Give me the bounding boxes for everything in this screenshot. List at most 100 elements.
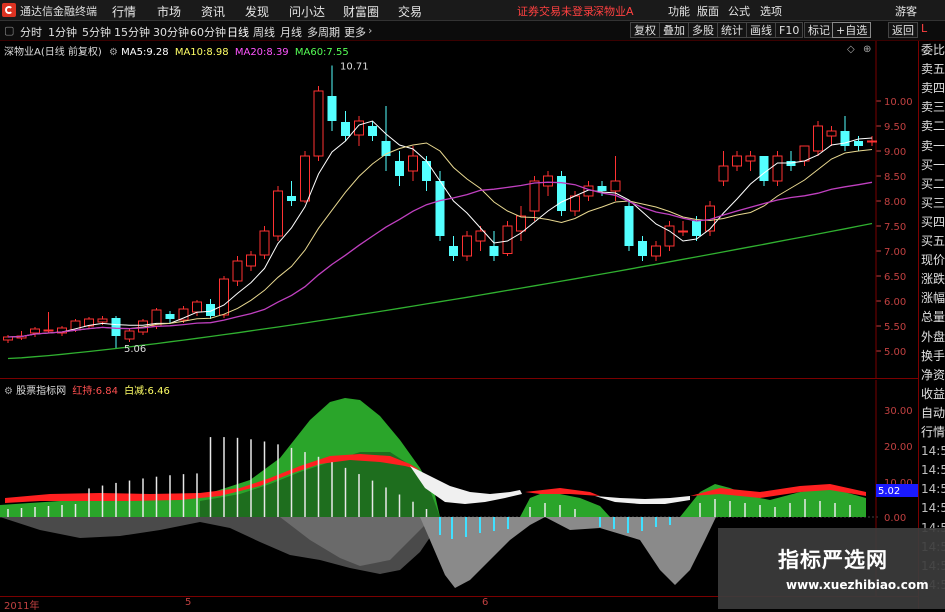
candle[interactable] xyxy=(570,195,580,212)
candle[interactable] xyxy=(867,140,877,143)
quote-panel-item: 收益 xyxy=(921,386,945,401)
price-axis-label: 10.00 xyxy=(884,97,913,108)
candle[interactable] xyxy=(692,221,701,236)
red-value: 6.84 xyxy=(95,386,118,397)
menu-item-trade[interactable]: 交易 xyxy=(398,3,422,20)
candle[interactable] xyxy=(395,161,404,176)
period-15min[interactable]: 15分钟 xyxy=(114,24,150,40)
overlay-button[interactable]: 叠加 xyxy=(659,22,689,38)
candle[interactable] xyxy=(422,161,431,181)
candle[interactable] xyxy=(435,181,445,236)
candle[interactable] xyxy=(273,190,283,237)
back-button[interactable]: 返回 xyxy=(888,22,918,38)
candle[interactable] xyxy=(557,176,566,211)
quote-panel-item: 卖一 xyxy=(921,138,945,153)
menu-item-wealth[interactable]: 财富圈 xyxy=(343,3,379,20)
candle[interactable] xyxy=(287,196,296,201)
candle[interactable] xyxy=(246,254,256,267)
quote-panel-item[interactable]: 行情 xyxy=(921,425,945,439)
candle[interactable] xyxy=(516,215,526,232)
candle[interactable] xyxy=(610,180,621,192)
candle[interactable] xyxy=(313,90,324,157)
period-intraday[interactable]: 分时 xyxy=(20,24,42,40)
current-value: 5.02 xyxy=(878,486,900,497)
indicator-gear-icon[interactable]: ⚙ xyxy=(4,386,13,397)
menu-formula[interactable]: 公式 xyxy=(728,3,750,19)
candle[interactable] xyxy=(111,318,121,336)
menu-item-quotes[interactable]: 行情 xyxy=(112,3,136,20)
candle[interactable] xyxy=(341,122,350,136)
candle[interactable] xyxy=(529,180,540,212)
period-60min[interactable]: 60分钟 xyxy=(190,24,226,40)
add-watchlist-button[interactable]: +自选 xyxy=(832,22,872,38)
mark-button[interactable]: 标记 xyxy=(804,22,834,38)
zoom-icon[interactable]: ⊕ xyxy=(863,44,871,55)
menu-item-discover[interactable]: 发现 xyxy=(245,3,269,20)
menu-item-market[interactable]: 市场 xyxy=(157,3,181,20)
indicator-axis-label: 0.00 xyxy=(884,513,906,524)
candle[interactable] xyxy=(799,145,810,162)
menu-layout[interactable]: 版面 xyxy=(697,3,719,19)
candle[interactable] xyxy=(651,245,661,257)
candle[interactable] xyxy=(624,206,634,246)
candle[interactable] xyxy=(232,260,243,282)
f10-button[interactable]: F10 xyxy=(775,22,804,38)
candle[interactable] xyxy=(192,301,202,313)
candle[interactable] xyxy=(826,130,837,137)
diamond-icon[interactable]: ◇ xyxy=(847,44,855,55)
price-chart[interactable]: 10.71 5.06 10.00 9.50 9.00 8.50 8.00 7.50 7.00… xyxy=(0,41,918,378)
candle[interactable] xyxy=(732,155,742,167)
candle[interactable] xyxy=(30,328,40,334)
candle[interactable] xyxy=(489,246,499,256)
adjust-button[interactable]: 复权 xyxy=(630,22,660,38)
candle[interactable] xyxy=(678,230,688,233)
candle[interactable] xyxy=(43,329,54,332)
candle[interactable] xyxy=(854,141,863,146)
candle[interactable] xyxy=(259,230,270,256)
candle[interactable] xyxy=(718,165,729,182)
candle[interactable] xyxy=(597,186,607,191)
candle[interactable] xyxy=(772,155,783,182)
candle[interactable] xyxy=(219,278,229,316)
candle[interactable] xyxy=(462,235,472,257)
quote-panel-item[interactable]: 自动 xyxy=(921,406,945,420)
period-weekly[interactable]: 周线 xyxy=(253,24,275,40)
menu-options[interactable]: 选项 xyxy=(760,3,782,19)
more-arrow-icon[interactable]: › xyxy=(368,24,372,37)
period-5min[interactable]: 5分钟 xyxy=(82,24,111,40)
candle[interactable] xyxy=(475,230,486,242)
date-label-year: 2011年 xyxy=(4,601,40,612)
candle[interactable] xyxy=(300,155,310,202)
candle[interactable] xyxy=(502,225,513,254)
candle[interactable] xyxy=(165,314,175,319)
menu-function[interactable]: 功能 xyxy=(668,3,690,19)
period-1min[interactable]: 1分钟 xyxy=(48,24,77,40)
candle[interactable] xyxy=(449,246,458,256)
period-30min[interactable]: 30分钟 xyxy=(153,24,189,40)
guest-user[interactable]: 游客 xyxy=(895,3,917,19)
candle[interactable] xyxy=(124,330,135,340)
candle[interactable] xyxy=(543,175,553,187)
period-monthly[interactable]: 月线 xyxy=(280,24,302,40)
candle[interactable] xyxy=(327,96,337,121)
candle[interactable] xyxy=(759,156,769,181)
candle[interactable] xyxy=(97,318,108,323)
draw-line-button[interactable]: 画线 xyxy=(746,22,776,38)
multi-stock-button[interactable]: 多股 xyxy=(688,22,718,38)
candle[interactable] xyxy=(813,125,823,152)
stock-tab[interactable]: 深物业A xyxy=(593,3,634,19)
low-price-label: 5.06 xyxy=(124,344,146,355)
settings-gear-icon[interactable]: ⚙ xyxy=(109,47,118,58)
menu-item-news[interactable]: 资讯 xyxy=(201,3,225,20)
period-multi[interactable]: 多周期 xyxy=(307,24,340,40)
candle[interactable] xyxy=(408,155,418,172)
candle[interactable] xyxy=(368,126,377,136)
login-notice[interactable]: 证券交易未登录 xyxy=(517,3,594,19)
menu-item-ask[interactable]: 问小达 xyxy=(289,3,325,20)
period-more[interactable]: 更多 xyxy=(344,24,366,40)
candle[interactable] xyxy=(638,241,647,256)
period-daily[interactable]: 日线 xyxy=(227,24,249,40)
candle[interactable] xyxy=(745,155,756,162)
stats-button[interactable]: 统计 xyxy=(717,22,747,38)
price-chart-panel[interactable]: 10.71 5.06 10.00 9.50 9.00 8.50 8.00 7.50 7.00… xyxy=(0,41,918,379)
